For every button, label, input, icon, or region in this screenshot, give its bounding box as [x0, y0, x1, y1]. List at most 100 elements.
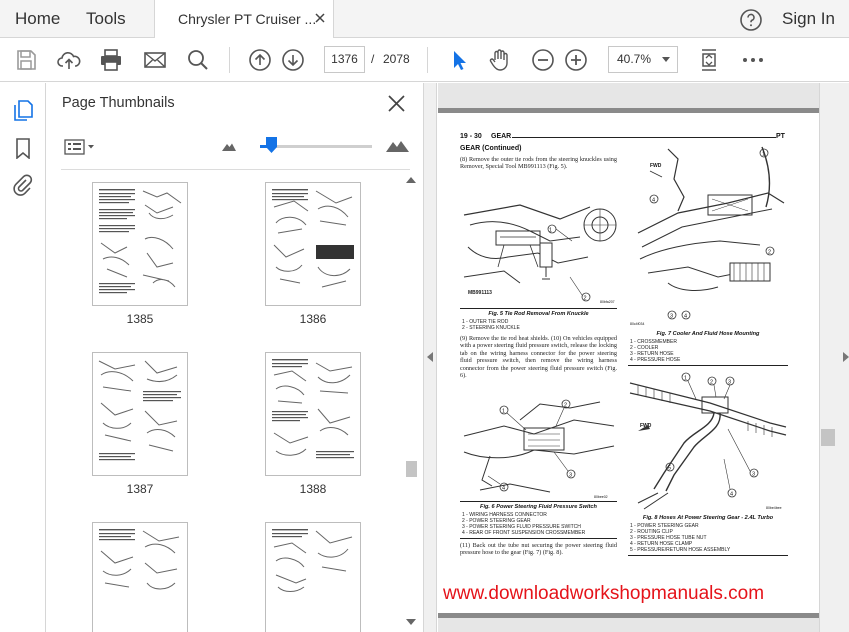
page-thumbnail[interactable]: [92, 182, 188, 306]
email-icon[interactable]: [143, 48, 167, 72]
legend-item: 5 - PRESSURE/RETURN HOSE ASSEMBLY: [630, 547, 731, 553]
thumbnail-label: 1388: [299, 482, 327, 496]
page-header-number: 19 - 30: [460, 133, 482, 140]
svg-text:3: 3: [670, 314, 673, 320]
thumbnail-label: 1387: [126, 482, 154, 496]
zoom-out-icon[interactable]: [531, 48, 555, 72]
page-thumbnails-icon[interactable]: [12, 99, 34, 121]
help-icon[interactable]: [739, 8, 763, 32]
document-view: 19 - 30 GEAR PT GEAR (Continued) (8) Rem…: [438, 83, 849, 632]
page-thumbnail[interactable]: [265, 522, 361, 632]
more-options-icon[interactable]: [741, 48, 765, 72]
hand-tool-icon[interactable]: [488, 48, 512, 72]
previous-page-icon[interactable]: [248, 48, 272, 72]
larger-thumbnails-icon[interactable]: [385, 138, 410, 153]
bookmark-icon[interactable]: [12, 137, 34, 159]
svg-text:5: 5: [668, 466, 671, 472]
close-icon[interactable]: [388, 95, 405, 112]
svg-text:3: 3: [728, 380, 731, 386]
attachment-icon[interactable]: [12, 174, 34, 196]
smaller-thumbnails-icon[interactable]: [221, 140, 237, 152]
figure-6-rule: [460, 501, 617, 502]
cloud-upload-icon[interactable]: [57, 48, 81, 72]
svg-text:80bfa207: 80bfa207: [600, 300, 615, 304]
toolbar-divider: [427, 47, 428, 73]
scroll-up-icon[interactable]: [406, 177, 416, 183]
svg-text:80c4f034: 80c4f034: [630, 322, 644, 326]
svg-text:4: 4: [652, 198, 655, 204]
svg-text:3: 3: [752, 472, 755, 478]
svg-text:2: 2: [584, 296, 587, 302]
svg-text:2: 2: [768, 250, 771, 256]
figure-6-caption: Fig. 6 Power Steering Fluid Pressure Swi…: [480, 504, 597, 510]
collapse-panel-icon[interactable]: [427, 352, 433, 362]
page-thumbnail[interactable]: [265, 352, 361, 476]
page-thumbnail[interactable]: [92, 352, 188, 476]
figure-8-rule: [628, 555, 788, 556]
thumbnail-scrollbar[interactable]: [403, 175, 419, 627]
toolbar: 1376 / 2078 40.7%: [0, 38, 849, 82]
svg-text:4: 4: [730, 492, 733, 498]
fit-page-icon[interactable]: [697, 48, 721, 72]
next-page-icon[interactable]: [281, 48, 305, 72]
thumbnail-options-icon[interactable]: [64, 139, 96, 155]
step-8-text: (8) Remove the outer tie rods from the s…: [460, 156, 617, 171]
page-number-input[interactable]: 1376: [324, 46, 365, 73]
figure-5-image: 1 2 80bfa207: [463, 204, 617, 304]
step-11-text: (11) Back out the tube nut securing the …: [460, 542, 617, 557]
zoom-dropdown[interactable]: 40.7%: [608, 46, 678, 73]
page-separator: /: [371, 52, 375, 66]
svg-text:2: 2: [564, 403, 567, 409]
watermark-text: www.downloadworkshopmanuals.com: [443, 583, 765, 604]
scroll-down-icon[interactable]: [406, 619, 416, 625]
svg-text:4: 4: [684, 314, 687, 320]
svg-text:80be4bee: 80be4bee: [766, 506, 782, 510]
zoom-in-icon[interactable]: [564, 48, 588, 72]
panel-splitter[interactable]: [423, 83, 437, 632]
svg-text:4: 4: [502, 486, 505, 492]
figure-7-image: FWD 4 1 2 3 4 80c4f034: [630, 146, 785, 326]
legend-item: 4 - REAR OF FRONT SUSPENSION CROSSMEMBER: [462, 530, 586, 536]
svg-text:3: 3: [569, 473, 572, 479]
svg-text:1: 1: [502, 409, 505, 415]
close-tab-icon[interactable]: [313, 11, 327, 25]
scrollbar-thumb[interactable]: [406, 461, 417, 477]
total-pages: 2078: [383, 52, 410, 66]
select-cursor-icon[interactable]: [447, 48, 471, 72]
scrollbar-thumb[interactable]: [821, 429, 835, 446]
figure-5-legend: 1 - OUTER TIE ROD 2 - STEERING KNUCKLE: [462, 319, 520, 331]
figure-6-rule-bottom: [460, 538, 617, 539]
thumbnail-label: 1385: [126, 312, 154, 326]
thumbnail-size-slider[interactable]: [260, 145, 372, 148]
page-thumbnail[interactable]: [265, 182, 361, 306]
figure-7-fwd-label: FWD: [650, 163, 662, 169]
sign-in-link[interactable]: Sign In: [782, 0, 835, 38]
figure-7-rule: [628, 365, 788, 366]
figure-8-image: FWD 1 2 3 3 4 5 80be4bee: [629, 372, 787, 510]
tools-tab[interactable]: Tools: [86, 0, 126, 38]
slider-handle[interactable]: [265, 137, 277, 153]
svg-text:1: 1: [549, 228, 552, 234]
expand-panel-icon[interactable]: [843, 352, 849, 362]
save-icon[interactable]: [14, 48, 38, 72]
steps-9-10-text: (9) Remove the tie rod heat shields. (10…: [460, 335, 617, 380]
thumbnail-list: 1385 1386 1387 1388: [47, 170, 405, 632]
home-tab[interactable]: Home: [15, 0, 60, 38]
figure-8-legend: 1 - POWER STEERING GEAR 2 - ROUTING CLIP…: [630, 523, 730, 553]
document-scrollbar[interactable]: [819, 83, 849, 632]
header-rule: [512, 137, 776, 138]
search-icon[interactable]: [186, 48, 210, 72]
figure-7-legend: 1 - CROSSMEMBER 2 - COOLER 3 - RETURN HO…: [630, 339, 680, 363]
page-header-section: GEAR: [491, 133, 512, 140]
figure-5-tool-label: MB991113: [468, 290, 492, 296]
figure-5-caption: Fig. 5 Tie Rod Removal From Knuckle: [488, 311, 589, 317]
section-title: GEAR (Continued): [460, 145, 522, 152]
page-thumbnail[interactable]: [92, 522, 188, 632]
panel-title: Page Thumbnails: [62, 95, 175, 111]
figure-7-caption: Fig. 7 Cooler And Fluid Hose Mounting: [656, 331, 760, 337]
legend-item: 2 - STEERING KNUCKLE: [462, 325, 520, 331]
document-tab[interactable]: Chrysler PT Cruiser ...: [154, 0, 334, 39]
print-icon[interactable]: [99, 48, 123, 72]
page-thumbnails-panel: Page Thumbnails 1385 1386 1387 1388: [47, 83, 423, 632]
chevron-down-icon: [662, 57, 670, 62]
